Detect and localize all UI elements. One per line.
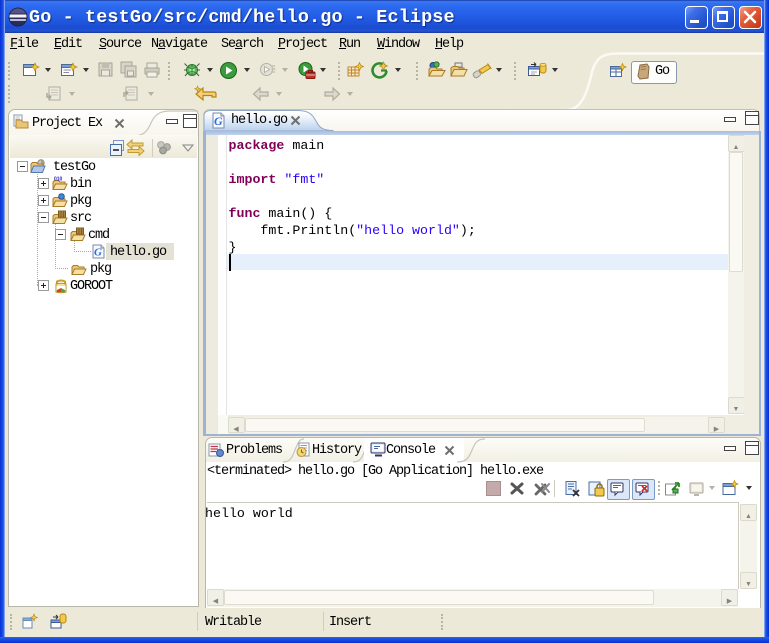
svg-text:010: 010 <box>54 177 63 183</box>
svg-text:G: G <box>214 114 223 128</box>
svg-text:G: G <box>94 247 102 259</box>
